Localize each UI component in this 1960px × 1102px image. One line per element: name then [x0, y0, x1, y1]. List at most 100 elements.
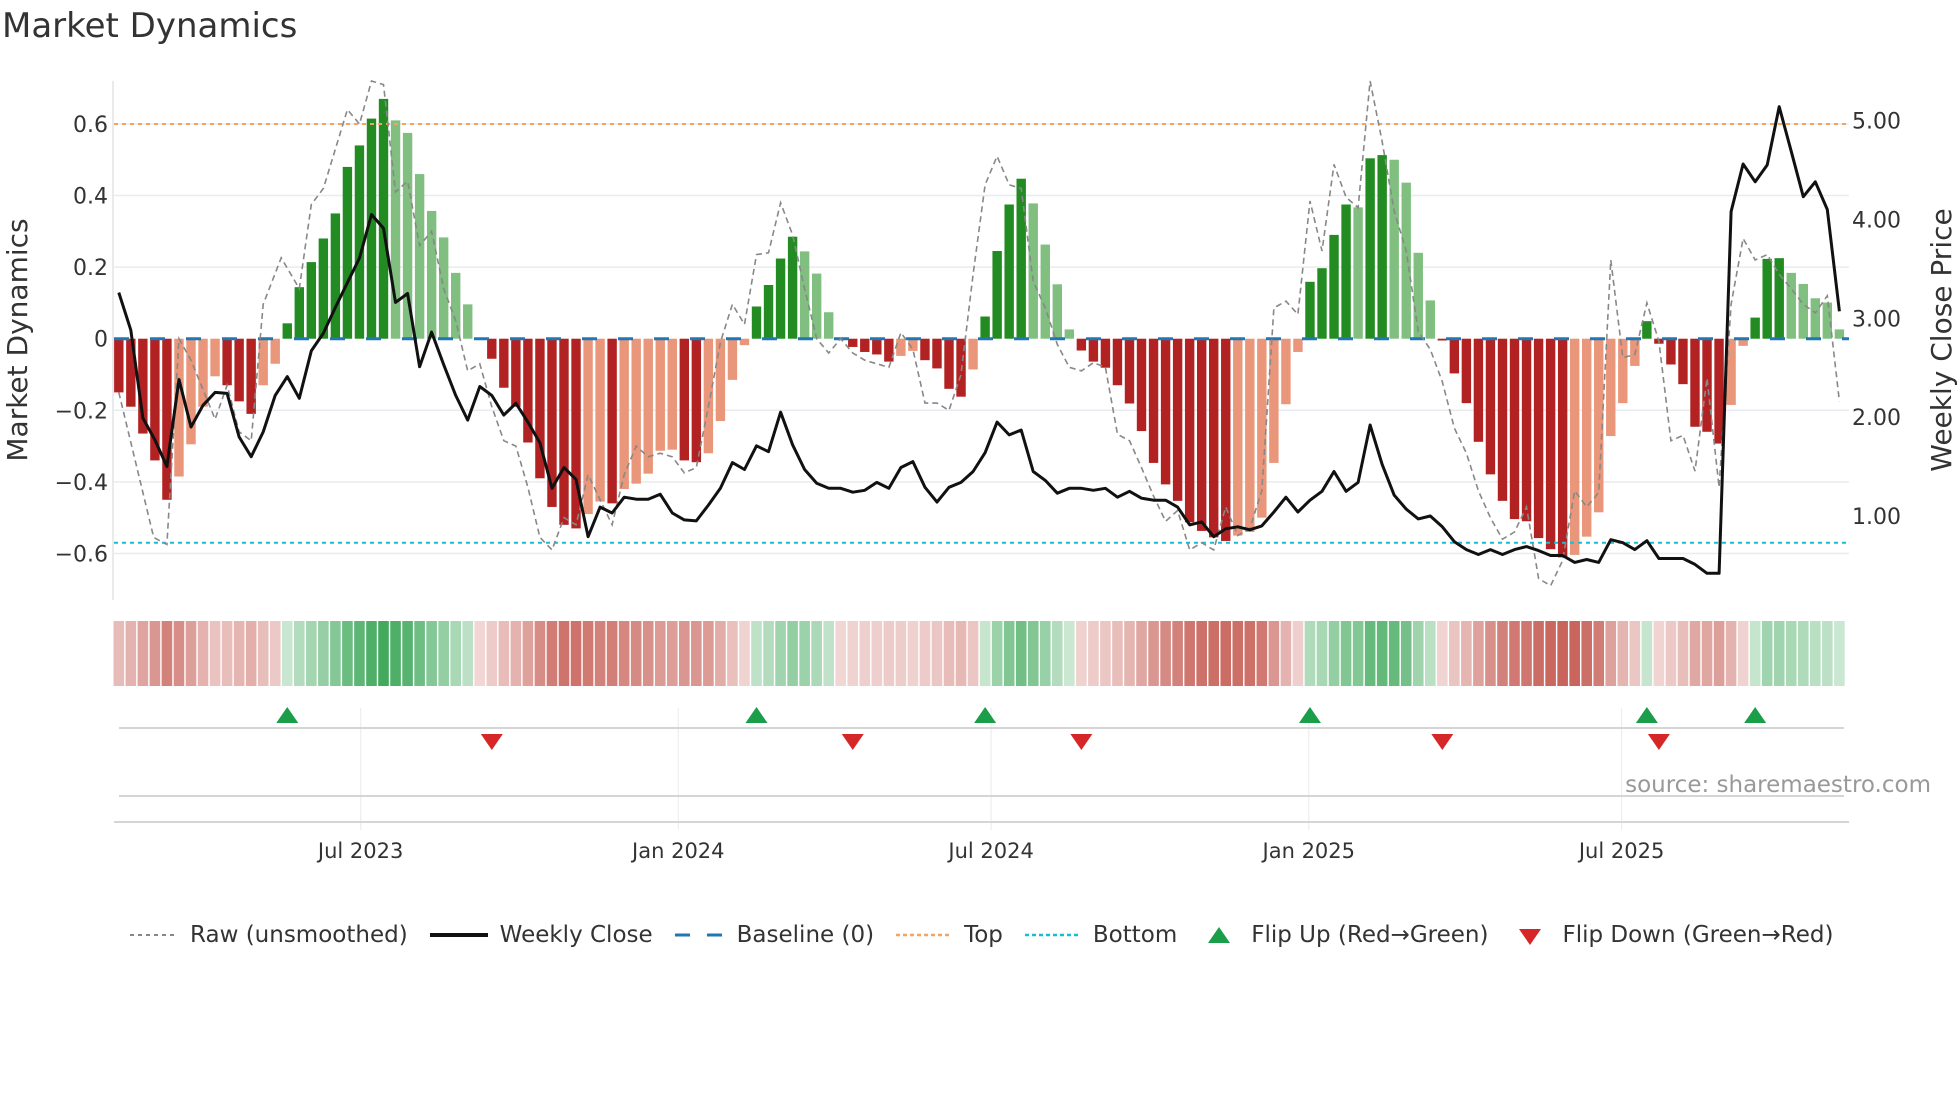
histogram-bar: [1618, 338, 1628, 404]
heat-strip-cell: [811, 621, 822, 686]
heat-strip-cell: [1376, 621, 1388, 686]
heat-strip-cell: [474, 621, 486, 686]
heat-strip-cell: [1172, 621, 1183, 686]
legend-item-baseline: Baseline (0): [674, 922, 874, 948]
legend-label: Flip Up (Red→Green): [1251, 922, 1489, 948]
heat-strip-cell: [1641, 621, 1653, 686]
histogram-bar: [330, 213, 341, 339]
histogram-bar: [1582, 338, 1592, 537]
y-axis-label-right: Weekly Close Price: [1925, 208, 1958, 471]
histogram-bar: [1425, 300, 1435, 339]
histogram-bar: [1064, 329, 1075, 339]
histogram-bar: [1762, 258, 1772, 339]
heat-strip-cell: [727, 621, 738, 686]
heat-strip-cell: [402, 621, 413, 686]
histogram-bar: [1533, 338, 1544, 539]
triangle-down-icon: [1519, 929, 1542, 945]
histogram-bar: [1437, 338, 1448, 341]
dashed-line-icon: [674, 933, 725, 937]
heat-strip-cell: [1785, 621, 1797, 686]
histogram-bar: [860, 338, 870, 352]
heat-strip-cell: [1461, 621, 1472, 686]
heat-strip-cell: [233, 621, 245, 686]
heat-strip: [113, 621, 1845, 686]
histogram-bar: [1221, 338, 1231, 541]
histogram-bar: [655, 338, 665, 451]
histogram-bar: [1642, 321, 1652, 339]
histogram-bar: [1509, 338, 1520, 520]
heat-strip-cell: [245, 621, 257, 686]
heat-strip-cell: [1725, 621, 1737, 686]
legend-label: Flip Down (Green→Red): [1562, 922, 1834, 948]
histogram-bar: [1172, 338, 1183, 501]
heat-strip-cell: [1136, 621, 1147, 686]
heat-strip-cell: [173, 621, 185, 686]
heat-strip-cell: [1160, 621, 1171, 686]
histogram-bar: [1004, 204, 1014, 339]
histogram-bar: [1545, 338, 1556, 550]
heat-strip-cell: [185, 621, 197, 686]
histogram-bar: [763, 285, 774, 339]
histogram-bar: [823, 312, 834, 339]
y-tick-label-left: −0.6: [55, 542, 108, 567]
flip-down-marker: [1647, 734, 1670, 750]
histogram-bar: [1473, 338, 1484, 442]
histogram-bar: [390, 120, 401, 339]
heat-strip-cell: [895, 621, 907, 686]
heat-strip-cell: [1689, 621, 1701, 686]
histogram-bar: [1100, 338, 1111, 368]
histogram-bar: [1461, 338, 1472, 404]
heat-strip-cell: [1605, 621, 1617, 686]
dotted-line-icon: [1024, 933, 1081, 937]
heat-strip-cell: [715, 621, 726, 686]
y-tick-label-left: 0.6: [73, 113, 108, 138]
histogram-bar: [799, 251, 810, 339]
legend-item-flip-up: Flip Up (Red→Green): [1199, 922, 1488, 948]
heat-strip-cell: [221, 621, 233, 686]
histogram-bar: [1497, 338, 1508, 501]
heat-strip-cell: [1810, 621, 1821, 686]
histogram-bar: [1124, 338, 1135, 404]
heat-strip-cell: [1388, 621, 1400, 686]
histogram-bar: [715, 338, 726, 422]
heat-strip-cell: [703, 621, 714, 686]
heat-strip-cell: [871, 621, 883, 686]
heat-strip-cell: [546, 621, 558, 686]
heat-strip-cell: [306, 621, 317, 686]
histogram-bar: [1160, 338, 1171, 485]
histogram-bar: [631, 338, 641, 484]
histogram-bar: [896, 338, 906, 356]
histogram-bar: [306, 262, 317, 339]
heat-strip-cell: [1196, 621, 1207, 686]
histogram-bar: [1269, 338, 1279, 463]
histogram-bar: [222, 338, 232, 386]
heat-strip-cell: [594, 621, 606, 686]
heat-strip-cell: [1713, 621, 1725, 686]
legend-item-flip-down: Flip Down (Green→Red): [1510, 922, 1833, 948]
histogram-bar: [1401, 182, 1411, 339]
histogram-bar: [992, 251, 1002, 339]
x-tick-label: Jan 2024: [630, 839, 725, 863]
heat-strip-cell: [450, 621, 462, 686]
heat-strip-cell: [1148, 621, 1159, 686]
heat-strip-cell: [498, 621, 510, 686]
histogram-bar: [451, 272, 461, 339]
heat-strip-cell: [1557, 621, 1568, 686]
heat-strip-cell: [534, 621, 546, 686]
histogram-bar: [511, 338, 521, 407]
histogram-bar: [1076, 338, 1087, 351]
heat-strip-cell: [1521, 621, 1532, 686]
heat-strip-cell: [486, 621, 498, 686]
histogram-bar: [775, 258, 786, 339]
heat-strip-cell: [209, 621, 221, 686]
heat-strip-cell: [1328, 621, 1340, 686]
histogram-bar: [1293, 338, 1303, 352]
legend-label: Weekly Close: [499, 922, 653, 948]
histogram-bar: [1196, 338, 1207, 531]
heat-strip-cell: [787, 621, 798, 686]
histogram-bar: [1317, 268, 1327, 339]
histogram-bar: [1569, 338, 1580, 555]
x-tick-label: Jul 2024: [946, 839, 1033, 863]
heat-strip-cell: [414, 621, 425, 686]
heat-strip-cell: [751, 621, 762, 686]
